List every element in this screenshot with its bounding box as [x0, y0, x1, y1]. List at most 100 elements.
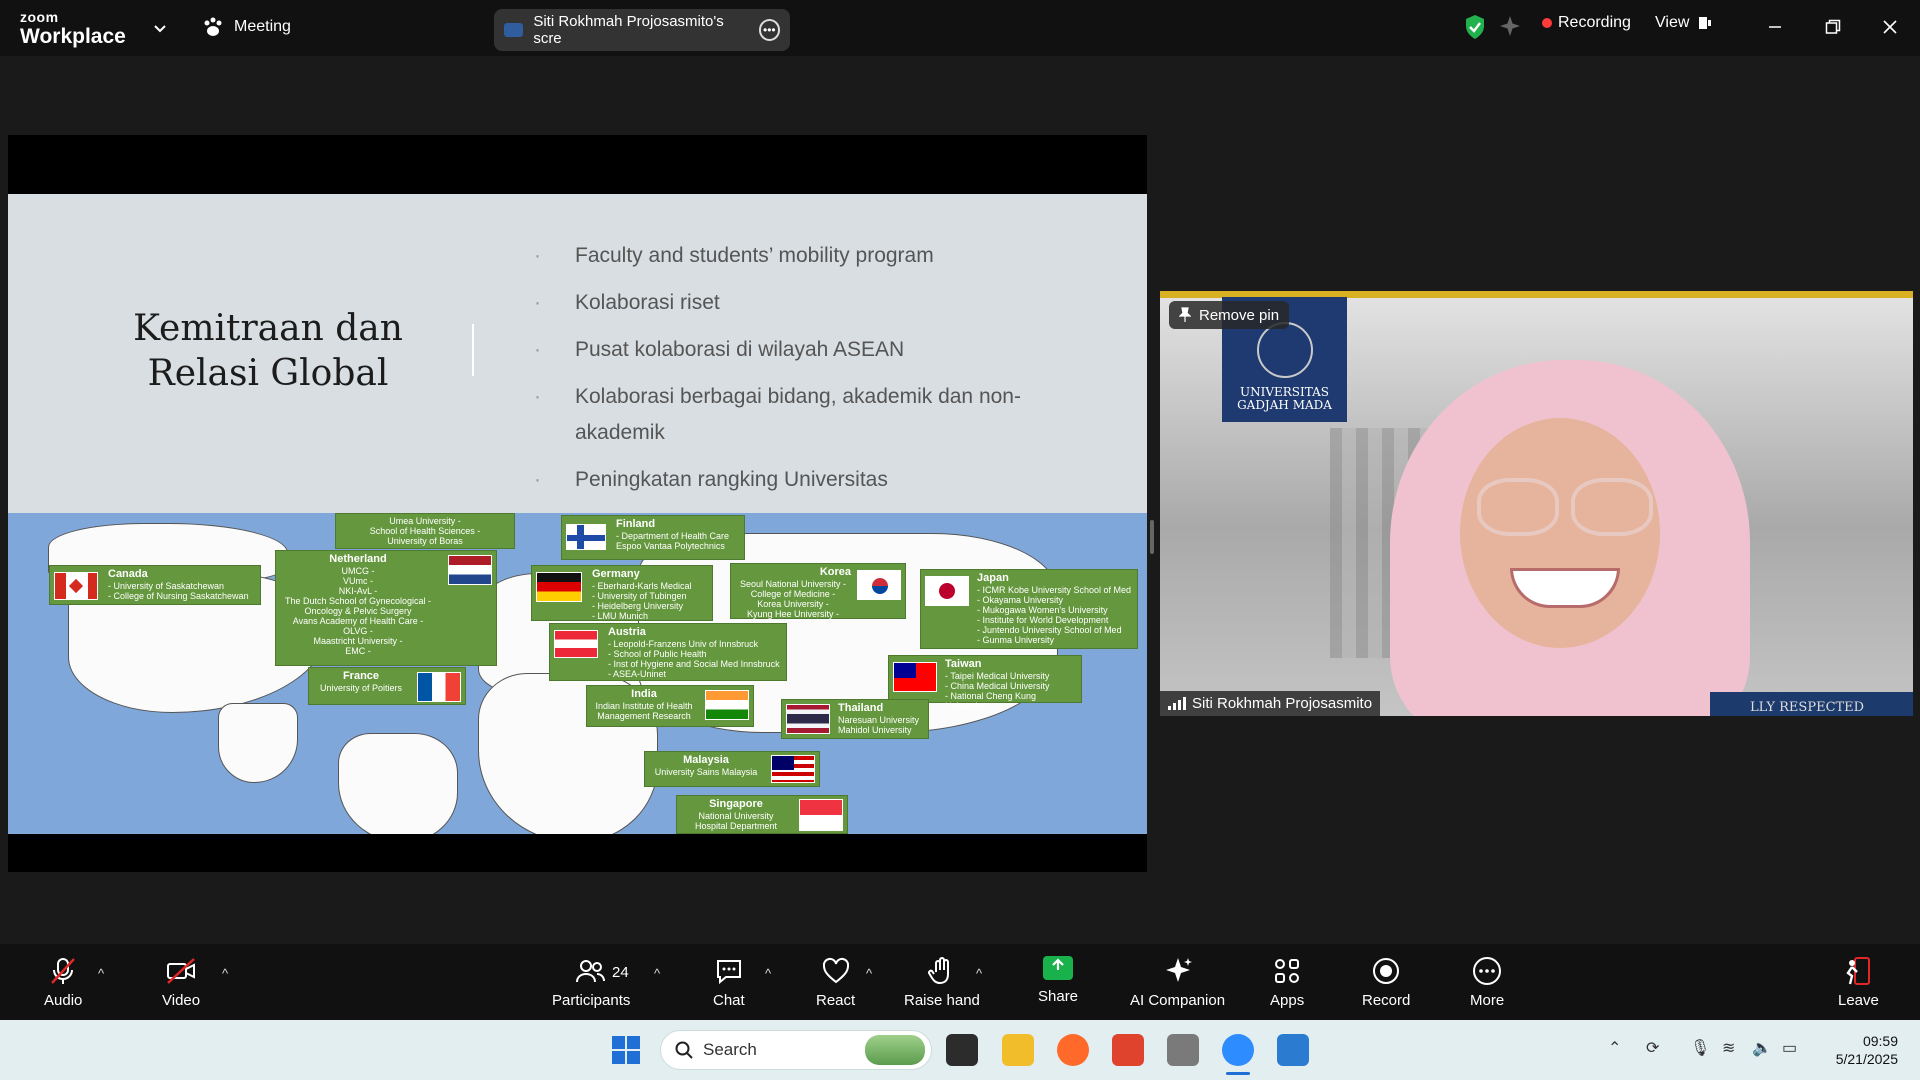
partner-box-germany: Germany - Eberhard-Karls Medical - Unive… [531, 565, 713, 621]
partner-country: Canada [108, 568, 148, 580]
partner-line: Korea University - [757, 599, 829, 609]
more-options-icon[interactable]: ••• [758, 19, 780, 41]
chat-button[interactable]: Chat [713, 956, 745, 1009]
partner-line: - Okayama University [977, 595, 1064, 605]
restore-button[interactable] [1818, 12, 1848, 42]
partner-country: India [631, 688, 657, 700]
minimize-button[interactable] [1760, 12, 1790, 42]
zoom-workplace-logo[interactable]: zoom Workplace [20, 10, 126, 47]
show-hidden-icons-chevron-icon[interactable]: ⌃ [1608, 1038, 1621, 1058]
partner-box-austria: Austria - Leopold-Franzens Univ of Innsb… [549, 623, 787, 681]
partner-box-india: India Indian Institute of Health Managem… [586, 685, 754, 727]
ai-companion-icon [1165, 958, 1192, 982]
participant-glasses [1470, 478, 1660, 538]
video-button[interactable]: Video [162, 956, 200, 1009]
chat-options-caret[interactable]: ^ [765, 966, 771, 981]
partner-line: NKI-AvL - [338, 586, 378, 596]
video-background: UNIVERSITAS GADJAH MADA LLY RESPECTED [1160, 297, 1913, 716]
tools-app-icon[interactable] [1167, 1034, 1199, 1066]
participants-options-caret[interactable]: ^ [654, 966, 660, 981]
remove-pin-button[interactable]: Remove pin [1169, 301, 1290, 329]
bullet-list: Faculty and students’ mobility program K… [534, 238, 1094, 509]
battery-icon[interactable]: ▭ [1782, 1038, 1797, 1058]
slide-title-line2: Relasi Global [147, 353, 389, 394]
partner-line: - ICMR Kobe University School of Med [977, 585, 1132, 595]
minimize-icon [1769, 26, 1781, 28]
partner-country: Thailand [838, 702, 884, 714]
partner-country: Austria [608, 626, 646, 638]
more-button[interactable]: More [1470, 956, 1504, 1009]
raise-hand-button[interactable]: Raise hand [904, 956, 980, 1009]
ai-sparkle-icon[interactable] [1498, 14, 1522, 38]
video-label: Video [162, 992, 201, 1009]
japan-flag [925, 576, 969, 606]
partner-line: - Department of Health Care [616, 531, 730, 541]
wifi-icon[interactable]: ≋ [1722, 1038, 1735, 1058]
meeting-menu[interactable]: Meeting [202, 17, 291, 37]
taskbar-search[interactable]: Search [660, 1030, 932, 1070]
wps-office-icon[interactable] [1112, 1034, 1144, 1066]
record-icon [1373, 958, 1400, 984]
windows-taskbar: Search ⌃ ⟳ 🎙 ≋ 🔈 ▭ 09:59 5/21/2025 [0, 1020, 1920, 1080]
leave-button[interactable]: Leave [1838, 956, 1879, 1009]
world-map: Umea University - School of Health Scien… [8, 513, 1147, 834]
react-button[interactable]: React [816, 956, 855, 1009]
audio-button[interactable]: Audio [44, 956, 82, 1009]
view-menu[interactable]: View [1655, 14, 1713, 32]
singapore-flag [799, 799, 843, 831]
partner-box-japan: Japan - ICMR Kobe University School of M… [920, 569, 1138, 649]
partner-line: School of Health Sciences - [369, 526, 481, 536]
share-pill-label: Siti Rokhmah Projosasmito's scre [533, 13, 724, 47]
ai-companion-button[interactable]: AI Companion [1130, 956, 1225, 1009]
video-options-caret[interactable]: ^ [222, 966, 228, 981]
paw-icon [204, 17, 222, 36]
partner-line: Indian Institute of Health [595, 701, 693, 711]
ugm-line2: GADJAH MADA [1237, 398, 1332, 412]
microphone-tray-icon[interactable]: 🎙 [1690, 1038, 1710, 1058]
heart-icon [822, 957, 849, 984]
recording-indicator[interactable]: Recording [1542, 14, 1631, 32]
react-options-caret[interactable]: ^ [866, 966, 872, 981]
start-button[interactable] [612, 1036, 640, 1064]
partner-line: Espoo Vantaa Polytechnics [616, 541, 725, 551]
security-shield-icon[interactable] [1464, 14, 1486, 40]
photos-icon[interactable] [1277, 1034, 1309, 1066]
partner-box-finland: Finland - Department of Health Care Espo… [561, 515, 745, 560]
firefox-icon[interactable] [1057, 1034, 1089, 1066]
shared-screen[interactable]: Kemitraan dan Relasi Global Faculty and … [8, 135, 1147, 872]
partner-line: - University of Saskatchewan [108, 581, 225, 591]
slide-divider [472, 324, 474, 376]
raise-hand-label: Raise hand [904, 992, 980, 1009]
partner-box-canada: Canada - University of Saskatchewan - Co… [49, 565, 261, 605]
bullet-item: Peningkatan rangking Universitas [534, 462, 1094, 498]
zoom-taskbar-icon[interactable] [1222, 1034, 1254, 1066]
chevron-down-icon[interactable] [152, 20, 168, 36]
more-icon [1473, 957, 1502, 985]
file-explorer-icon[interactable] [1002, 1034, 1034, 1066]
land-central-america [218, 703, 298, 783]
signal-strength-icon [1168, 697, 1186, 710]
apps-button[interactable]: Apps [1270, 956, 1304, 1009]
participants-icon [576, 960, 606, 983]
record-button[interactable]: Record [1362, 956, 1410, 1009]
partner-line: - Inst of Hygiene and Social Med Innsbru… [608, 659, 780, 669]
task-view-icon[interactable] [946, 1034, 978, 1066]
clock-date: 5/21/2025 [1835, 1051, 1898, 1067]
audio-options-caret[interactable]: ^ [98, 966, 104, 981]
volume-icon[interactable]: 🔈 [1752, 1038, 1772, 1058]
participant-video-tile[interactable]: UNIVERSITAS GADJAH MADA LLY RESPECTED Re… [1160, 291, 1913, 716]
malaysia-flag [771, 755, 815, 783]
close-button[interactable] [1875, 12, 1905, 42]
screen-icon [504, 23, 524, 37]
canada-flag [54, 572, 98, 600]
panel-resize-handle[interactable] [1150, 520, 1154, 554]
raise-hand-options-caret[interactable]: ^ [976, 966, 982, 981]
screen-share-indicator[interactable]: Siti Rokhmah Projosasmito's scre ••• [494, 9, 790, 51]
partner-line: The Dutch School of Gynecological - [284, 596, 432, 606]
sync-icon[interactable]: ⟳ [1646, 1038, 1659, 1058]
leave-label: Leave [1838, 992, 1879, 1009]
taskbar-clock[interactable]: 09:59 5/21/2025 [1818, 1032, 1898, 1068]
share-button[interactable]: Share [1038, 956, 1078, 1005]
view-label: View [1655, 14, 1690, 31]
partner-box-taiwan: Taiwan - Taipei Medical University - Chi… [888, 655, 1082, 711]
